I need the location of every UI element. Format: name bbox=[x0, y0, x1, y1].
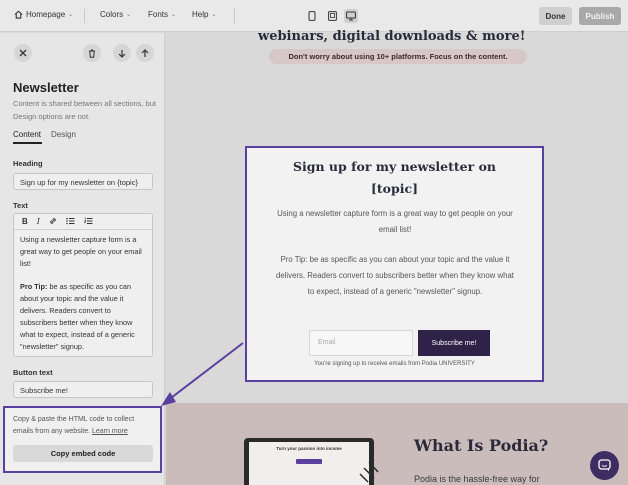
page-select-label: Homepage bbox=[26, 10, 66, 19]
help-menu-label: Help bbox=[192, 10, 209, 19]
arrow-line bbox=[166, 342, 244, 402]
numbered-list-icon bbox=[83, 217, 93, 224]
chevron-down-icon: ⌄ bbox=[126, 12, 132, 18]
text-paragraph: Using a newsletter capture form is a gre… bbox=[20, 235, 142, 268]
section-description: Content is shared between all sections, … bbox=[13, 99, 157, 121]
what-is-podia-section bbox=[166, 403, 628, 485]
link-icon bbox=[50, 217, 56, 224]
copy-embed-code-button[interactable]: Copy embed code bbox=[13, 445, 153, 462]
page-select[interactable]: Homepage ⌄ bbox=[14, 10, 73, 19]
embed-description: Copy & paste the HTML code to collect em… bbox=[13, 414, 155, 438]
numbered-list-button[interactable] bbox=[83, 217, 93, 227]
publish-button[interactable]: Publish bbox=[579, 7, 621, 25]
done-button[interactable]: Done bbox=[539, 7, 572, 25]
help-menu[interactable]: Help ⌄ bbox=[192, 10, 216, 19]
toolbar-divider bbox=[234, 9, 235, 23]
tab-design[interactable]: Design bbox=[51, 130, 76, 139]
newsletter-title-line-2: [topic] bbox=[370, 181, 419, 196]
fonts-menu[interactable]: Fonts ⌄ bbox=[148, 10, 176, 19]
tab-content[interactable]: Content bbox=[13, 130, 41, 139]
laptop-screen-button bbox=[296, 459, 322, 464]
what-is-podia-title: What Is Podia? bbox=[414, 436, 549, 455]
protip-label: Pro Tip: bbox=[280, 255, 308, 264]
email-input[interactable]: Email bbox=[309, 330, 413, 356]
newsletter-protip: Pro Tip: be as specific as you can about… bbox=[273, 252, 517, 300]
newsletter-title: Sign up for my newsletter on [topic] bbox=[247, 156, 542, 200]
active-tab-indicator bbox=[13, 142, 42, 144]
button-text-input[interactable]: Subscribe me! bbox=[13, 381, 153, 398]
delete-section-button[interactable] bbox=[83, 44, 101, 62]
what-is-podia-text: Podia is the hassle-free way for bbox=[414, 474, 540, 484]
trash-icon bbox=[89, 49, 95, 58]
chat-icon bbox=[598, 459, 611, 471]
link-button[interactable] bbox=[49, 217, 57, 227]
move-up-button[interactable] bbox=[136, 44, 154, 62]
newsletter-footer-note: You're signing up to receive emails from… bbox=[314, 361, 475, 367]
chevron-down-icon: ⌄ bbox=[68, 12, 74, 18]
colors-menu[interactable]: Colors ⌄ bbox=[100, 10, 131, 19]
hero-tagline: Don't worry about using 10+ platforms. F… bbox=[269, 49, 527, 64]
newsletter-section-preview[interactable]: Sign up for my newsletter on [topic] Usi… bbox=[245, 146, 544, 382]
bullet-list-icon bbox=[66, 217, 75, 224]
tablet-view-button[interactable] bbox=[325, 9, 339, 23]
home-icon bbox=[14, 10, 23, 19]
protip-text: be as specific as you can about your top… bbox=[20, 282, 135, 351]
mobile-view-button[interactable] bbox=[305, 9, 319, 23]
newsletter-title-line-1: Sign up for my newsletter on bbox=[292, 159, 497, 174]
phone-icon bbox=[308, 11, 316, 21]
text-editor-content[interactable]: Using a newsletter capture form is a gre… bbox=[14, 230, 152, 368]
arrow-down-icon bbox=[118, 49, 126, 58]
button-text-label: Button text bbox=[13, 368, 53, 377]
bullet-list-button[interactable] bbox=[66, 217, 75, 227]
heading-label: Heading bbox=[13, 159, 43, 168]
editor-toolbar: Homepage ⌄ Colors ⌄ Fonts ⌄ Help ⌄ Done … bbox=[0, 0, 628, 32]
protip-text: be as specific as you can about your top… bbox=[276, 255, 514, 296]
text-editor[interactable]: B I Using a newsletter capture form is a… bbox=[13, 213, 153, 357]
hero-heading: webinars, digital downloads & more! bbox=[258, 29, 526, 44]
fonts-menu-label: Fonts bbox=[148, 10, 169, 19]
newsletter-paragraph: Using a newsletter capture form is a gre… bbox=[277, 209, 513, 234]
colors-menu-label: Colors bbox=[100, 10, 124, 19]
bold-button[interactable]: B bbox=[22, 217, 28, 226]
desktop-view-button[interactable] bbox=[344, 9, 358, 23]
italic-button[interactable]: I bbox=[37, 217, 40, 226]
protip-label: Pro Tip: bbox=[20, 282, 48, 291]
arrow-up-icon bbox=[141, 48, 149, 57]
text-editor-toolbar: B I bbox=[14, 214, 152, 230]
desktop-icon bbox=[346, 11, 356, 21]
toolbar-divider bbox=[84, 9, 85, 23]
chevron-down-icon: ⌄ bbox=[171, 12, 177, 18]
embed-code-panel: Copy & paste the HTML code to collect em… bbox=[5, 408, 160, 471]
laptop-screen: Turn your passion into income bbox=[249, 442, 369, 485]
tablet-icon bbox=[327, 11, 337, 21]
laptop-image: Turn your passion into income bbox=[244, 438, 374, 485]
close-icon bbox=[19, 49, 27, 57]
text-label: Text bbox=[13, 201, 28, 210]
move-down-button[interactable] bbox=[113, 44, 131, 62]
close-button[interactable] bbox=[14, 44, 32, 62]
chat-launcher-button[interactable] bbox=[590, 451, 619, 480]
learn-more-link[interactable]: Learn more bbox=[92, 428, 128, 435]
section-title: Newsletter bbox=[13, 80, 79, 95]
text-paragraph: Pro Tip: be as specific as you can about… bbox=[20, 281, 146, 353]
subscribe-button[interactable]: Subscribe me! bbox=[418, 330, 490, 356]
heading-input[interactable]: Sign up for my newsletter on {topic} bbox=[13, 173, 153, 190]
laptop-screen-title: Turn your passion into income bbox=[276, 446, 342, 451]
chevron-down-icon: ⌄ bbox=[211, 12, 217, 18]
